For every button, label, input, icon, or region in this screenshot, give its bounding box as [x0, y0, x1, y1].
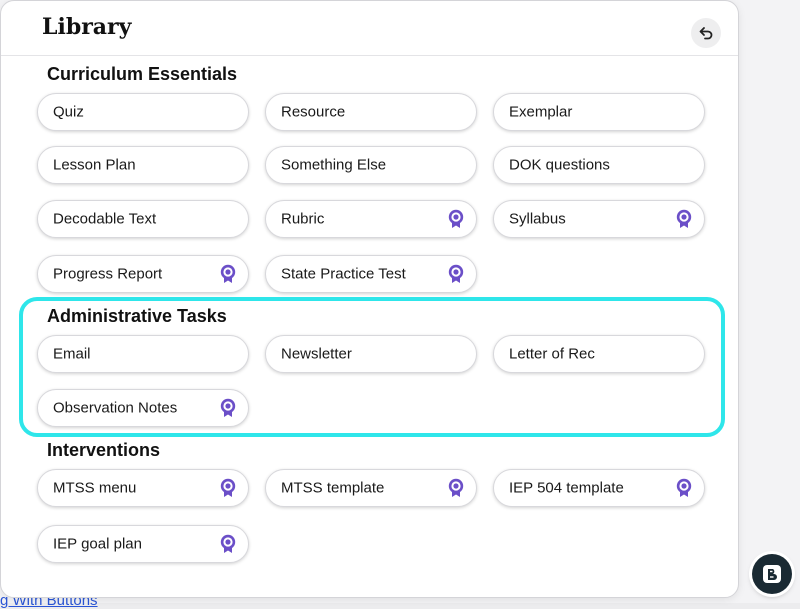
chip-quiz[interactable]: Quiz — [37, 93, 249, 131]
award-badge-icon — [676, 478, 692, 497]
chip-resource[interactable]: Resource — [265, 93, 477, 131]
chip-label: Rubric — [281, 210, 325, 228]
chip-newsletter[interactable]: Newsletter — [265, 335, 477, 373]
chip-label: MTSS template — [281, 479, 385, 497]
brisk-logo-icon — [763, 565, 781, 583]
chip-mtss-template[interactable]: MTSS template — [265, 469, 477, 507]
chip-dok-questions[interactable]: DOK questions — [493, 146, 705, 184]
section-title-curriculum-essentials: Curriculum Essentials — [47, 64, 238, 84]
undo-arrow-icon — [699, 27, 713, 40]
chip-label: Progress Report — [53, 265, 163, 283]
chip-label: Observation Notes — [53, 399, 178, 417]
chip-label: MTSS menu — [53, 479, 137, 497]
chip-mtss-menu[interactable]: MTSS menu — [37, 469, 249, 507]
chip-label: Email — [53, 345, 91, 363]
chip-label: Something Else — [281, 156, 387, 174]
section-title-administrative-tasks: Administrative Tasks — [47, 306, 227, 326]
brisk-floating-button[interactable] — [752, 554, 792, 594]
award-badge-icon — [448, 264, 464, 283]
chip-label: Exemplar — [509, 103, 573, 121]
back-button[interactable] — [691, 18, 721, 48]
chip-decodable-text[interactable]: Decodable Text — [37, 200, 249, 238]
chip-syllabus[interactable]: Syllabus — [493, 200, 705, 238]
chip-iep-goal-plan[interactable]: IEP goal plan — [37, 525, 249, 563]
chip-state-practice-test[interactable]: State Practice Test — [265, 255, 477, 293]
chip-observation-notes[interactable]: Observation Notes — [37, 389, 249, 427]
chip-label: Lesson Plan — [53, 156, 136, 174]
library-header: Library — [1, 1, 738, 56]
chip-something-else[interactable]: Something Else — [265, 146, 477, 184]
award-badge-icon — [448, 209, 464, 228]
award-badge-icon — [220, 534, 236, 553]
chip-label: Decodable Text — [53, 210, 157, 228]
chip-label: Quiz — [53, 103, 84, 121]
chip-lesson-plan[interactable]: Lesson Plan — [37, 146, 249, 184]
chip-letter-of-rec[interactable]: Letter of Rec — [493, 335, 705, 373]
chip-progress-report[interactable]: Progress Report — [37, 255, 249, 293]
chip-label: DOK questions — [509, 156, 610, 174]
chip-email[interactable]: Email — [37, 335, 249, 373]
award-badge-icon — [220, 478, 236, 497]
chip-label: Letter of Rec — [509, 345, 595, 363]
chip-label: IEP 504 template — [509, 479, 624, 497]
award-badge-icon — [676, 209, 692, 228]
chip-label: IEP goal plan — [53, 535, 142, 553]
chip-label: Newsletter — [281, 345, 352, 363]
library-panel: Library Curriculum Essentials Quiz Resou… — [0, 0, 739, 598]
chip-label: State Practice Test — [281, 265, 406, 283]
award-badge-icon — [220, 264, 236, 283]
chip-exemplar[interactable]: Exemplar — [493, 93, 705, 131]
chip-iep-504-template[interactable]: IEP 504 template — [493, 469, 705, 507]
award-badge-icon — [220, 398, 236, 417]
chip-label: Resource — [281, 103, 346, 121]
section-title-interventions: Interventions — [47, 440, 161, 460]
award-badge-icon — [448, 478, 464, 497]
library-title: Library — [42, 14, 132, 40]
chip-rubric[interactable]: Rubric — [265, 200, 477, 238]
chip-label: Syllabus — [509, 210, 566, 228]
